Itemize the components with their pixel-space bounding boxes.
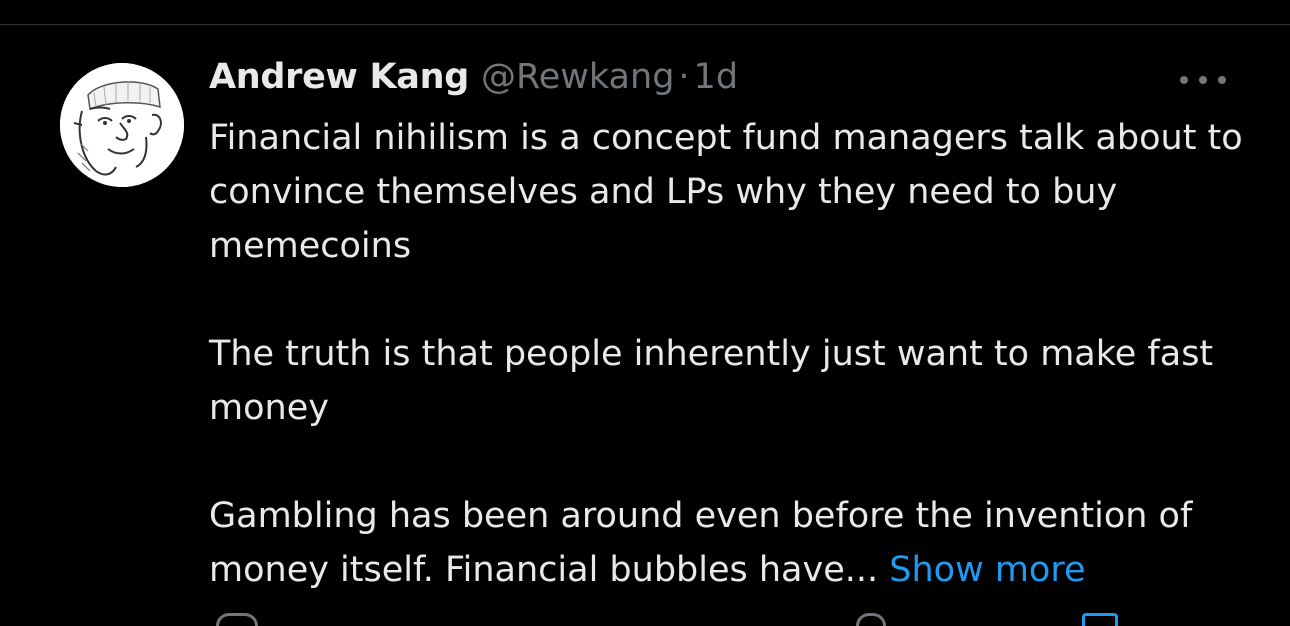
tweet-paragraph: The truth is that people inherently just… xyxy=(209,334,1214,428)
tweet-text: Financial nihilism is a concept fund man… xyxy=(209,111,1249,597)
tweet[interactable]: Andrew Kang @Rewkang · 1d Financial nihi… xyxy=(0,25,1290,626)
action-bar-partial xyxy=(0,613,1290,626)
avatar[interactable] xyxy=(60,63,184,187)
tweet-timestamp[interactable]: 1d xyxy=(694,57,739,97)
sketch-face-avatar-icon xyxy=(60,63,184,187)
author-display-name[interactable]: Andrew Kang xyxy=(209,57,469,97)
tweet-header: Andrew Kang @Rewkang · 1d xyxy=(209,57,738,101)
header-separator: · xyxy=(678,57,690,97)
more-options-button[interactable] xyxy=(1180,67,1226,93)
more-horizontal-icon xyxy=(1218,76,1226,84)
tweet-paragraph-truncated: Gambling has been around even before the… xyxy=(209,489,1249,597)
author-handle[interactable]: @Rewkang xyxy=(481,57,674,97)
more-horizontal-icon xyxy=(1199,76,1207,84)
more-horizontal-icon xyxy=(1180,76,1188,84)
tweet-paragraph: Financial nihilism is a concept fund man… xyxy=(209,118,1243,266)
show-more-link[interactable]: Show more xyxy=(889,550,1085,590)
